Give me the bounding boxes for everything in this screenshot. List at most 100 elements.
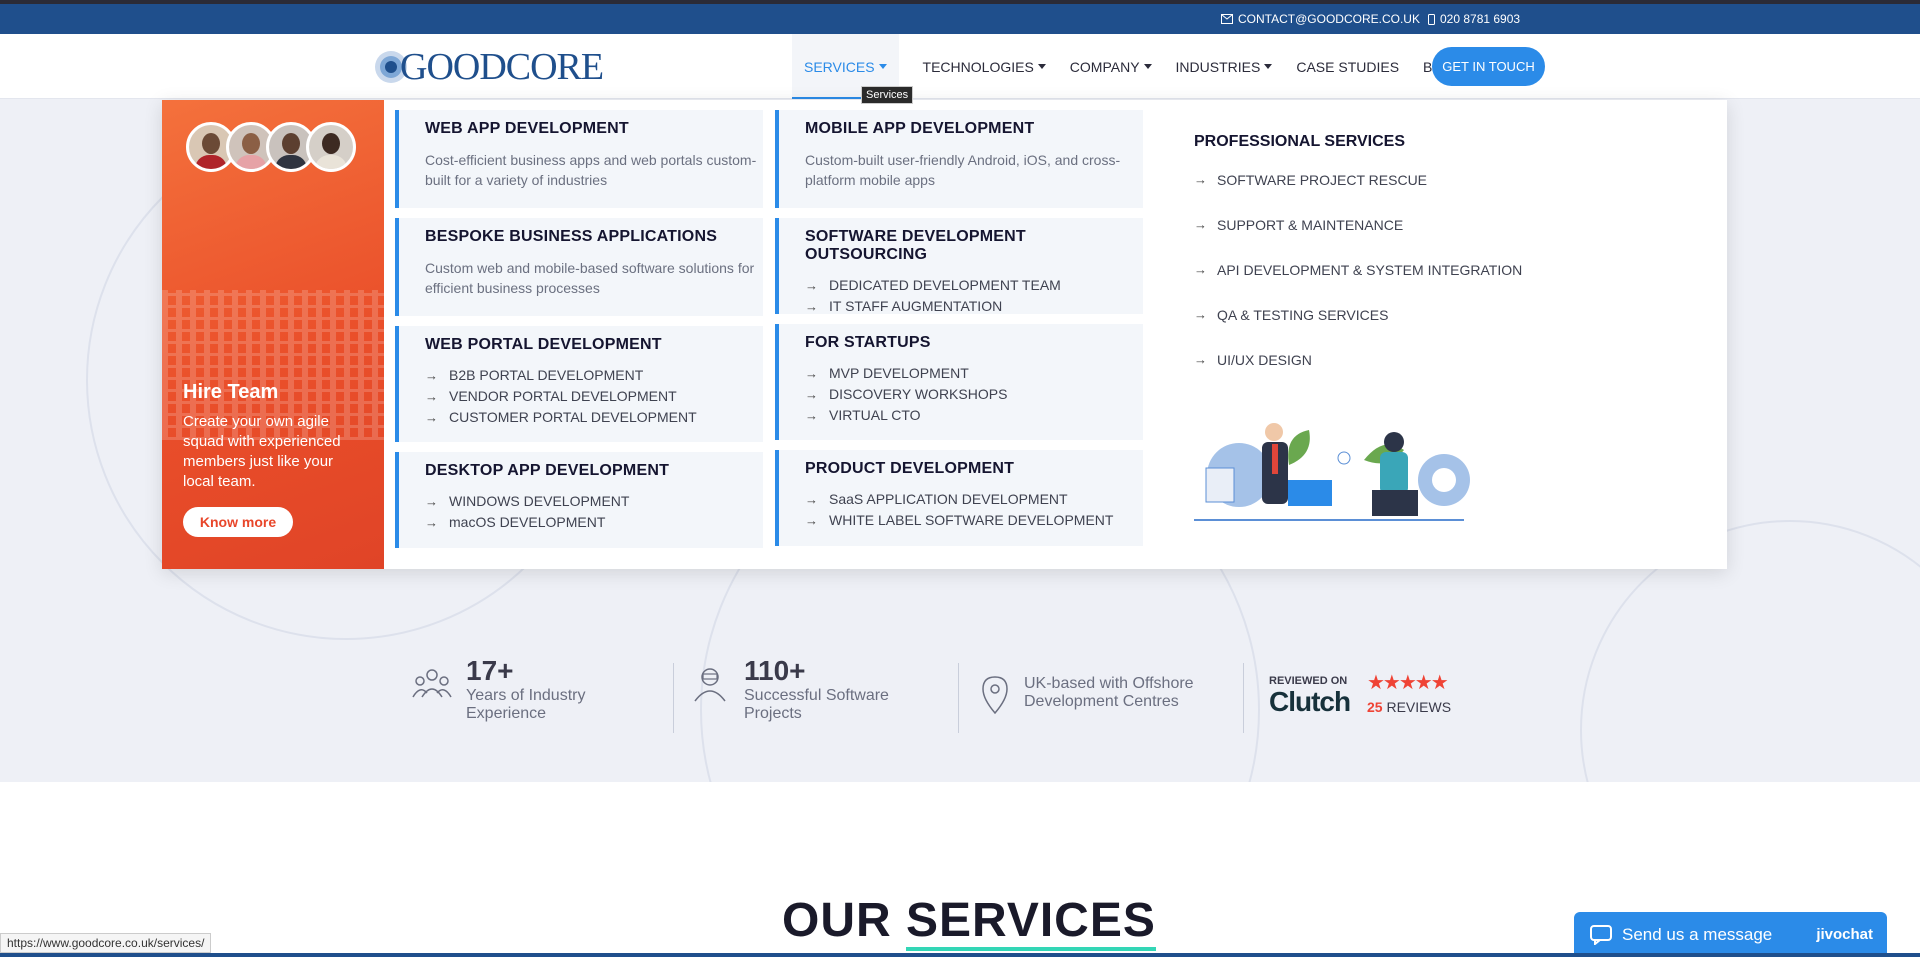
nav-case-studies-label: CASE STUDIES bbox=[1296, 58, 1400, 75]
menu-link-label: VIRTUAL CTO bbox=[829, 407, 921, 423]
card-description: Cost-efficient business apps and web por… bbox=[425, 152, 757, 188]
stat-divider bbox=[958, 663, 959, 733]
jivochat-brand: jivochat bbox=[1816, 926, 1873, 943]
nav-company[interactable]: COMPANY bbox=[1070, 59, 1152, 75]
professional-services-title: PROFESSIONAL SERVICES bbox=[1194, 133, 1406, 150]
arrow-right-icon: → bbox=[805, 366, 818, 381]
menu-link-customer-portal[interactable]: → CUSTOMER PORTAL DEVELOPMENT bbox=[425, 407, 763, 428]
stat-projects: 110+ Successful Software Projects bbox=[690, 655, 889, 735]
menu-link-label: API DEVELOPMENT & SYSTEM INTEGRATION bbox=[1217, 262, 1523, 278]
menu-link-discovery[interactable]: → DISCOVERY WORKSHOPS bbox=[805, 384, 1143, 405]
menu-link-it-staff[interactable]: → IT STAFF AUGMENTATION bbox=[805, 296, 1143, 317]
menu-link-macos[interactable]: → macOS DEVELOPMENT bbox=[425, 512, 763, 533]
site-header: GOODCORE SERVICES TECHNOLOGIES COMPANY I… bbox=[0, 34, 1920, 99]
menu-link-white-label[interactable]: → WHITE LABEL SOFTWARE DEVELOPMENT bbox=[805, 510, 1143, 531]
menu-link-label: SOFTWARE PROJECT RESCUE bbox=[1217, 172, 1428, 188]
services-mega-menu: Hire Team Create your own agile squad wi… bbox=[162, 100, 1727, 569]
promo-text: Create your own agile squad with experie… bbox=[183, 413, 341, 490]
arrow-right-icon: → bbox=[425, 389, 438, 404]
card-software-development-outsourcing[interactable]: SOFTWARE DEVELOPMENT OUTSOURCING → DEDICA… bbox=[775, 218, 1143, 314]
menu-link-windows[interactable]: → WINDOWS DEVELOPMENT bbox=[425, 491, 763, 512]
menu-link-ui-ux[interactable]: → UI/UX DESIGN bbox=[1194, 352, 1522, 397]
arrow-right-icon: → bbox=[425, 368, 438, 383]
nav-case-studies[interactable]: CASE STUDIES bbox=[1296, 59, 1399, 75]
stat-label: Years of Industry bbox=[466, 687, 586, 704]
arrow-right-icon: → bbox=[805, 492, 818, 507]
professional-services-column: PROFESSIONAL SERVICES → SOFTWARE PROJECT … bbox=[1178, 100, 1718, 569]
menu-link-api-development[interactable]: → API DEVELOPMENT & SYSTEM INTEGRATION bbox=[1194, 262, 1522, 307]
services-heading: OUR SERVICES bbox=[782, 893, 1156, 951]
browser-status-url: https://www.goodcore.co.uk/services/ bbox=[0, 933, 212, 953]
clutch-logo: Clutch bbox=[1269, 686, 1351, 717]
services-heading-prefix: OUR bbox=[782, 894, 906, 947]
card-mobile-app-development[interactable]: MOBILE APP DEVELOPMENT Custom-built user… bbox=[775, 110, 1143, 208]
card-title: PRODUCT DEVELOPMENT bbox=[805, 460, 1015, 477]
stats-row: 17+ Years of Industry Experience 110+ Su… bbox=[412, 655, 1452, 735]
email-contact-link[interactable]: CONTACT@GOODCORE.CO.UK bbox=[1221, 12, 1420, 26]
arrow-right-icon: → bbox=[1194, 172, 1207, 187]
card-product-development[interactable]: PRODUCT DEVELOPMENT → SaaS APPLICATION DE… bbox=[775, 450, 1143, 546]
menu-link-mvp[interactable]: → MVP DEVELOPMENT bbox=[805, 363, 1143, 384]
menu-link-label: VENDOR PORTAL DEVELOPMENT bbox=[449, 388, 677, 404]
card-description: Custom-built user-friendly Android, iOS,… bbox=[805, 152, 1121, 188]
menu-link-vendor-portal[interactable]: → VENDOR PORTAL DEVELOPMENT bbox=[425, 386, 763, 407]
menu-link-dedicated-team[interactable]: → DEDICATED DEVELOPMENT TEAM bbox=[805, 275, 1143, 296]
menu-link-b2b-portal[interactable]: → B2B PORTAL DEVELOPMENT bbox=[425, 365, 763, 386]
menu-link-saas[interactable]: → SaaS APPLICATION DEVELOPMENT bbox=[805, 489, 1143, 510]
chevron-down-icon bbox=[1143, 64, 1152, 69]
promo-title: Hire Team bbox=[183, 381, 279, 403]
stat-number: 110+ bbox=[744, 655, 806, 686]
stat-label: Successful Software bbox=[744, 687, 889, 704]
chat-bubble-icon bbox=[1590, 924, 1612, 945]
know-more-button[interactable]: Know more bbox=[183, 507, 293, 537]
phone-icon bbox=[1428, 13, 1435, 25]
page-bottom-border bbox=[0, 953, 1920, 957]
card-web-portal-development[interactable]: WEB PORTAL DEVELOPMENT → B2B PORTAL DEVEL… bbox=[395, 326, 763, 442]
menu-link-qa-testing[interactable]: → QA & TESTING SERVICES bbox=[1194, 307, 1522, 352]
menu-link-virtual-cto[interactable]: → VIRTUAL CTO bbox=[805, 405, 1143, 426]
chat-label: Send us a message bbox=[1622, 924, 1773, 944]
arrow-right-icon: → bbox=[805, 408, 818, 423]
menu-link-label: IT STAFF AUGMENTATION bbox=[829, 298, 1003, 314]
menu-link-label: macOS DEVELOPMENT bbox=[449, 514, 606, 530]
nav-company-label: COMPANY bbox=[1069, 58, 1140, 75]
arrow-right-icon: → bbox=[805, 278, 818, 293]
card-title: DESKTOP APP DEVELOPMENT bbox=[425, 462, 670, 479]
menu-link-label: SUPPORT & MAINTENANCE bbox=[1217, 217, 1404, 233]
phone-text: 020 8781 6903 bbox=[1440, 12, 1521, 26]
arrow-right-icon: → bbox=[805, 513, 818, 528]
get-in-touch-button[interactable]: GET IN TOUCH bbox=[1432, 47, 1545, 86]
menu-link-label: SaaS APPLICATION DEVELOPMENT bbox=[829, 491, 1068, 507]
team-icon bbox=[412, 669, 452, 698]
clutch-review-count: 25 bbox=[1367, 699, 1383, 715]
nav-industries[interactable]: INDUSTRIES bbox=[1176, 59, 1273, 75]
menu-link-label: WINDOWS DEVELOPMENT bbox=[449, 493, 630, 509]
email-text: CONTACT@GOODCORE.CO.UK bbox=[1238, 12, 1420, 26]
nav-industries-label: INDUSTRIES bbox=[1175, 58, 1261, 75]
menu-link-support-maintenance[interactable]: → SUPPORT & MAINTENANCE bbox=[1194, 217, 1522, 262]
services-tooltip: Services bbox=[861, 86, 914, 104]
nav-services-label: SERVICES bbox=[804, 58, 875, 75]
card-for-startups[interactable]: FOR STARTUPS → MVP DEVELOPMENT → DISCOVERY… bbox=[775, 324, 1143, 440]
clutch-reviews-badge[interactable]: REVIEWED ON Clutch bbox=[1269, 675, 1351, 755]
card-desktop-app-development[interactable]: DESKTOP APP DEVELOPMENT → WINDOWS DEVELOP… bbox=[395, 452, 763, 548]
mail-icon bbox=[1221, 14, 1233, 24]
menu-link-label: CUSTOMER PORTAL DEVELOPMENT bbox=[449, 409, 697, 425]
card-description: Custom web and mobile-based software sol… bbox=[425, 260, 755, 296]
menu-link-label: UI/UX DESIGN bbox=[1217, 352, 1312, 368]
arrow-right-icon: → bbox=[805, 299, 818, 314]
arrow-right-icon: → bbox=[1194, 262, 1207, 277]
phone-contact-link[interactable]: 020 8781 6903 bbox=[1428, 12, 1520, 26]
menu-link-project-rescue[interactable]: → SOFTWARE PROJECT RESCUE bbox=[1194, 172, 1522, 217]
card-title: MOBILE APP DEVELOPMENT bbox=[805, 120, 1035, 137]
nav-technologies[interactable]: TECHNOLOGIES bbox=[923, 59, 1046, 75]
card-web-app-development[interactable]: WEB APP DEVELOPMENT Cost-efficient busin… bbox=[395, 110, 763, 208]
arrow-right-icon: → bbox=[1194, 307, 1207, 322]
star-rating-icon: ★★★★★ bbox=[1367, 672, 1449, 694]
goodcore-logo[interactable]: GOODCORE bbox=[374, 48, 604, 86]
arrow-right-icon: → bbox=[425, 494, 438, 509]
chat-widget-button[interactable]: Send us a message jivochat bbox=[1574, 912, 1887, 957]
card-title: BESPOKE BUSINESS APPLICATIONS bbox=[425, 228, 718, 245]
stat-number: 17+ bbox=[466, 655, 514, 686]
card-bespoke-business-applications[interactable]: BESPOKE BUSINESS APPLICATIONS Custom web… bbox=[395, 218, 763, 316]
